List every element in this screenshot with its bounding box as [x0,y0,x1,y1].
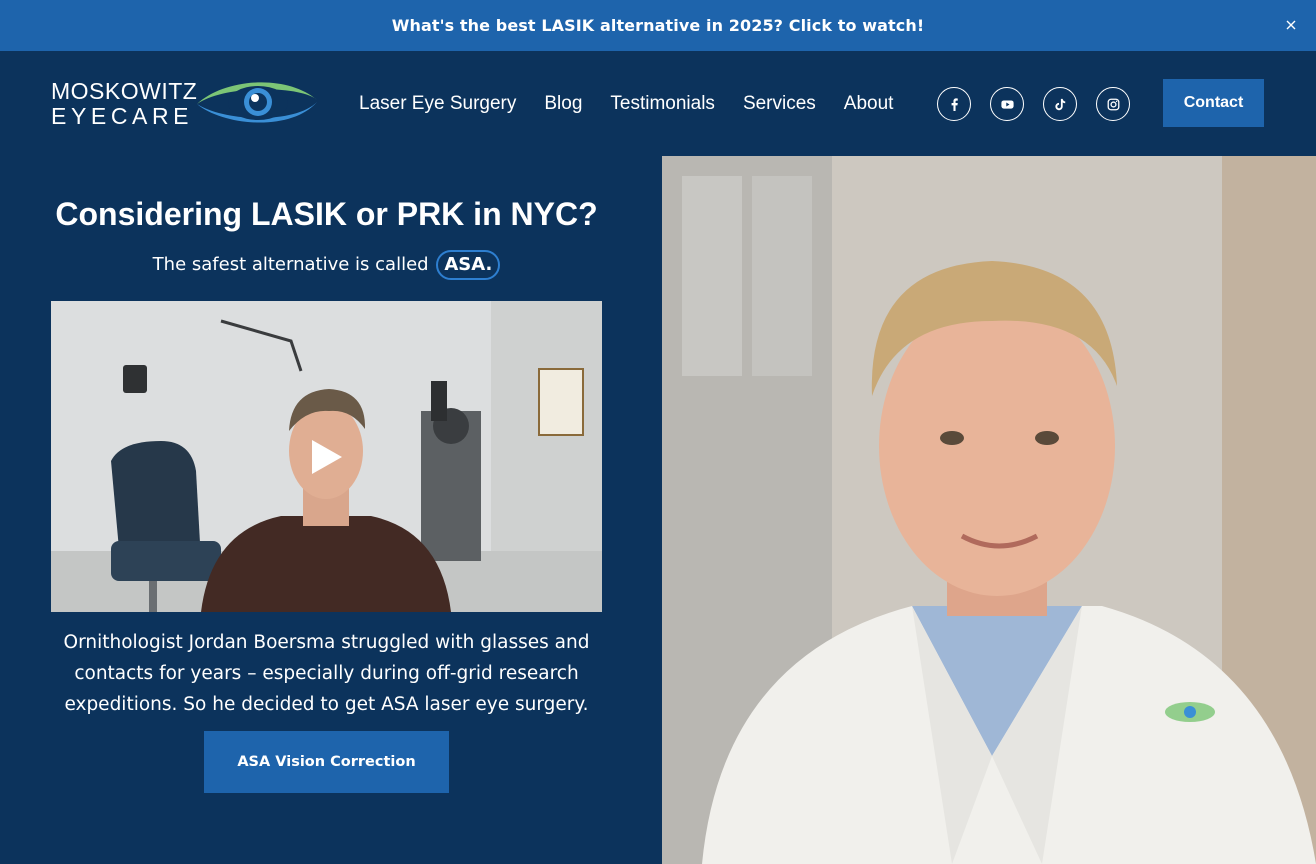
testimonial-video[interactable] [51,301,602,612]
asa-vision-correction-button[interactable]: ASA Vision Correction [204,731,449,793]
tiktok-icon [1054,98,1065,110]
youtube-icon [1000,99,1014,109]
nav-item-services[interactable]: Services [743,93,816,115]
instagram-icon [1107,98,1119,110]
announcement-bar: What's the best LASIK alternative in 202… [0,0,1316,51]
tiktok-link[interactable] [1043,87,1077,121]
youtube-link[interactable] [990,87,1024,121]
logo-text-eyecare: EYECARE [51,103,194,129]
main-nav: Laser Eye Surgery Blog Testimonials Serv… [359,51,921,156]
hero-subtitle-text: The safest alternative is called [152,254,429,275]
nav-item-laser-eye-surgery[interactable]: Laser Eye Surgery [359,93,516,115]
asa-badge: ASA. [436,250,501,280]
site-logo[interactable]: MOSKOWITZ EYECARE [51,76,319,130]
nav-item-about[interactable]: About [844,93,894,115]
facebook-icon [951,97,958,111]
nav-item-blog[interactable]: Blog [544,93,582,115]
play-icon[interactable] [308,438,344,476]
hero-subtitle: The safest alternative is called ASA. [51,250,602,280]
announcement-link[interactable]: What's the best LASIK alternative in 202… [392,16,925,35]
video-caption: Ornithologist Jordan Boersma struggled w… [63,632,590,715]
hero-title-part2: in NYC? [464,196,598,232]
logo-text-moskowitz: MOSKOWITZ [51,78,198,104]
hero-title: Considering LASIK or PRK in NYC? [51,196,602,233]
nav-item-testimonials[interactable]: Testimonials [610,93,715,115]
facebook-link[interactable] [937,87,971,121]
eye-logo-icon [197,82,317,123]
contact-button[interactable]: Contact [1163,79,1264,127]
hero-title-prk: PRK [396,196,465,232]
doctor-portrait-image [662,156,1316,864]
social-links [937,87,1149,121]
site-header: MOSKOWITZ EYECARE Laser Eye Surgery Blog… [0,51,1316,156]
instagram-link[interactable] [1096,87,1130,121]
hero-title-part1: Considering [55,196,251,232]
hero-title-or: or [346,196,397,232]
close-icon[interactable] [1283,17,1299,33]
doctor-photo [662,156,1316,864]
hero-title-lasik: LASIK [250,196,347,232]
